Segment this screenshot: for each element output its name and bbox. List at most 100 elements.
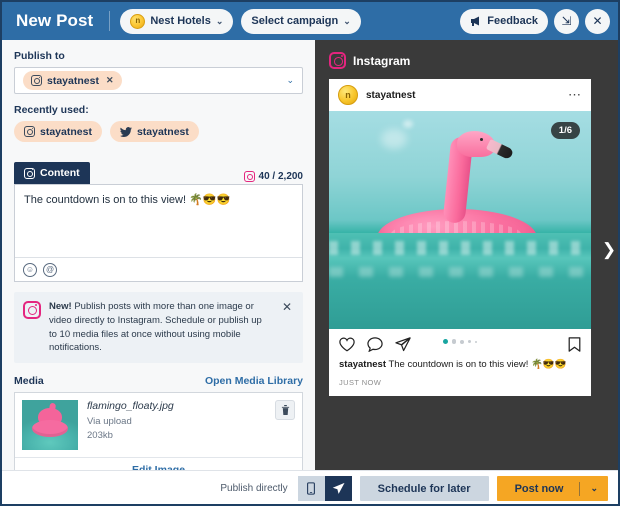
instagram-icon — [24, 167, 35, 179]
share-icon[interactable] — [395, 337, 411, 352]
composer-toolbar: ☺ @ — [15, 257, 302, 281]
character-counter-value: 40 / 2,200 — [258, 171, 303, 182]
post-actions — [329, 329, 591, 354]
media-header: Media Open Media Library — [14, 375, 303, 387]
media-source: Via upload — [87, 416, 132, 428]
carousel-dot — [475, 340, 478, 343]
water-shape — [329, 233, 591, 329]
info-banner: New! Publish posts with more than one im… — [14, 292, 303, 364]
recent-account-name: stayatnest — [40, 125, 92, 138]
feedback-label: Feedback — [487, 15, 538, 27]
publish-mode-toggle — [297, 476, 352, 501]
mobile-icon — [307, 482, 316, 495]
modal-header: New Post n Nest Hotels ⌄ Select campaign… — [2, 2, 618, 40]
mention-icon[interactable]: @ — [43, 262, 57, 277]
carousel-dot — [460, 339, 465, 344]
remove-account-icon[interactable]: ✕ — [106, 75, 114, 86]
instagram-icon — [23, 301, 41, 319]
mobile-notification-button[interactable] — [297, 476, 325, 501]
recently-used-label: Recently used: — [14, 104, 89, 116]
post-header: n stayatnest ⋯ — [329, 79, 591, 111]
carousel-dot — [451, 339, 457, 344]
media-size: 203kb — [87, 430, 113, 442]
instagram-post-preview: n stayatnest ⋯ 1/6 stayatnest The countd… — [329, 79, 591, 396]
selected-account-chip[interactable]: stayatnest ✕ — [23, 71, 122, 90]
bookmark-icon[interactable] — [568, 337, 581, 352]
campaign-selector[interactable]: Select campaign ⌄ — [241, 8, 361, 34]
preview-panel: Instagram n stayatnest ⋯ 1/6 stayatnest … — [315, 40, 618, 470]
post-now-button[interactable]: Post now ⌄ — [496, 476, 608, 501]
chevron-down-icon: ⌄ — [215, 15, 224, 26]
header-divider — [109, 11, 111, 31]
publish-to-select[interactable]: stayatnest ✕ ⌄ — [14, 67, 303, 94]
chevron-down-icon[interactable]: ⌄ — [286, 75, 294, 86]
info-banner-badge: New! — [49, 301, 72, 312]
new-post-modal: New Post n Nest Hotels ⌄ Select campaign… — [0, 0, 620, 506]
tab-content[interactable]: Content — [14, 162, 90, 184]
header-actions: Feedback ⇲ ✕ — [460, 8, 610, 34]
composer-text[interactable]: The countdown is on to this view! 🌴😎😎 — [15, 185, 302, 257]
delete-media-button[interactable] — [275, 400, 295, 421]
media-filename: flamingo_floaty.jpg — [87, 400, 174, 413]
edit-image-row[interactable]: Edit Image — [15, 457, 302, 470]
close-icon[interactable]: ✕ — [279, 300, 295, 314]
instagram-icon — [243, 171, 255, 182]
info-banner-text: New! Publish posts with more than one im… — [49, 300, 271, 355]
flamingo-ring-shape — [32, 420, 68, 438]
comment-icon[interactable] — [367, 337, 383, 352]
media-metadata: flamingo_floaty.jpg Via upload 203kb — [87, 400, 266, 444]
recent-account-name: stayatnest — [136, 125, 189, 138]
publish-to-label: Publish to — [14, 50, 65, 62]
flamingo-eye — [480, 138, 483, 141]
open-media-library-link[interactable]: Open Media Library — [205, 375, 303, 387]
recently-used-section: Recently used: stayatnest stayatnest — [14, 104, 303, 142]
post-caption-username: stayatnest — [339, 359, 386, 370]
composer[interactable]: The countdown is on to this view! 🌴😎😎 ☺ … — [14, 184, 303, 282]
preview-network-header: Instagram — [315, 40, 618, 79]
emoji-icon[interactable]: ☺ — [23, 262, 37, 277]
recent-accounts-list: stayatnest stayatnest — [14, 121, 303, 142]
media-item[interactable]: flamingo_floaty.jpg Via upload 203kb — [15, 393, 302, 457]
post-image: 1/6 — [329, 111, 591, 329]
carousel-dot — [468, 340, 472, 343]
schedule-label: Schedule for later — [377, 482, 471, 495]
like-icon[interactable] — [339, 337, 355, 352]
minimize-button[interactable]: ⇲ — [554, 8, 579, 34]
campaign-label: Select campaign — [251, 15, 339, 27]
avatar: n — [338, 85, 358, 105]
recent-account-instagram[interactable]: stayatnest — [14, 121, 102, 142]
publish-directly-label: Publish directly — [220, 483, 288, 494]
schedule-for-later-button[interactable]: Schedule for later — [359, 476, 489, 501]
trash-icon — [281, 405, 289, 416]
direct-publish-button[interactable] — [324, 476, 352, 501]
carousel-dot-active — [442, 339, 448, 344]
sun-flare-small-shape — [403, 120, 413, 128]
feedback-button[interactable]: Feedback — [460, 8, 548, 34]
recent-account-twitter[interactable]: stayatnest — [109, 121, 199, 142]
info-banner-body: Publish posts with more than one image o… — [49, 301, 262, 354]
modal-footer: Publish directly Schedule for later Post… — [2, 470, 618, 504]
page-title: New Post — [16, 11, 94, 30]
brand-avatar: n — [130, 13, 146, 29]
brand-selector[interactable]: n Nest Hotels ⌄ — [120, 8, 234, 34]
selected-account-name: stayatnest — [47, 74, 99, 87]
media-label: Media — [14, 375, 44, 388]
chevron-right-icon: ❯ — [601, 240, 617, 259]
post-timestamp: JUST NOW — [339, 377, 382, 387]
post-username: stayatnest — [366, 89, 416, 101]
compose-panel: Publish to stayatnest ✕ ⌄ Recently used:… — [2, 40, 315, 470]
instagram-icon — [329, 52, 346, 69]
close-button[interactable]: ✕ — [585, 8, 610, 34]
media-thumbnail — [22, 400, 78, 451]
tab-content-label: Content — [40, 167, 80, 179]
flamingo-beak — [485, 138, 515, 161]
carousel-next-button[interactable]: ❯ — [600, 230, 618, 270]
post-caption: stayatnest The countdown is on to this v… — [329, 354, 591, 372]
post-now-label: Post now — [514, 482, 564, 495]
megaphone-icon — [471, 16, 480, 26]
instagram-icon — [31, 75, 42, 86]
chevron-down-icon[interactable]: ⌄ — [580, 483, 608, 494]
brand-label: Nest Hotels — [150, 15, 211, 27]
send-icon — [332, 482, 345, 494]
close-icon: ✕ — [592, 14, 603, 28]
